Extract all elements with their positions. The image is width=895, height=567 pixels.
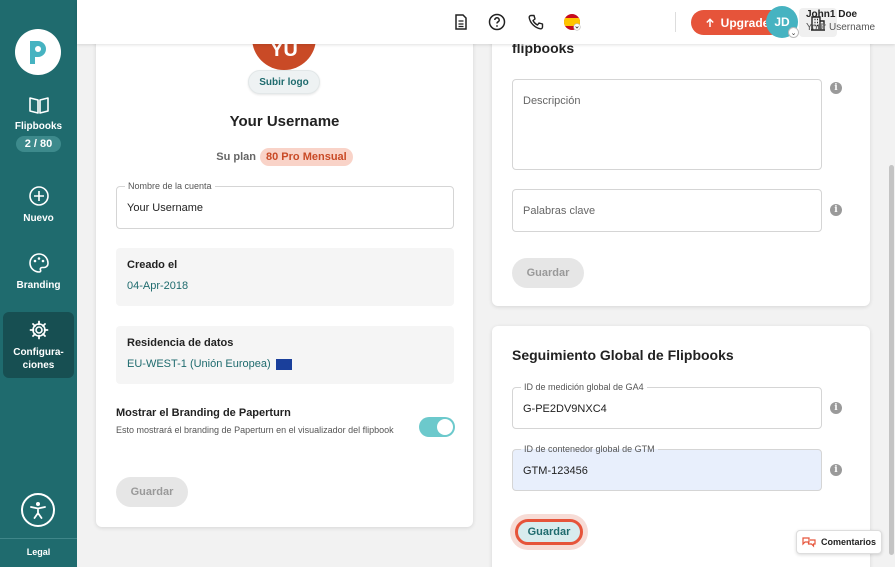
gtm-id-label: ID de contenedor global de GTM: [521, 444, 658, 454]
sidebar-item-label: Nuevo: [23, 213, 54, 224]
tracking-card-title: Seguimiento Global de Flipbooks: [512, 347, 734, 363]
created-value: 04-Apr-2018: [127, 280, 189, 292]
logo-p-icon: [30, 41, 46, 64]
plan-label: Su plan: [216, 151, 257, 163]
help-icon[interactable]: [488, 13, 506, 31]
sidebar-item-configuraciones[interactable]: Configura- ciones: [0, 320, 77, 372]
chevron-down-icon[interactable]: ⌄: [788, 27, 799, 38]
save-tracking-button[interactable]: Guardar: [515, 519, 583, 545]
branding-toggle[interactable]: [419, 417, 455, 437]
residency-label: Residencia de datos: [127, 337, 234, 349]
gear-icon: [29, 320, 48, 340]
sidebar: Flipbooks 2 / 80 Nuevo Branding Configur…: [0, 0, 77, 567]
comments-label: Comentarios: [820, 537, 876, 547]
save-seo-button[interactable]: Guardar: [512, 258, 584, 288]
chat-bubbles-icon: [802, 537, 816, 548]
language-flag-spain-icon[interactable]: [563, 13, 581, 31]
comments-button[interactable]: Comentarios: [796, 530, 882, 554]
description-placeholder: Descripción: [523, 95, 581, 107]
branding-toggle-description: Esto mostrará el branding de Paperturn e…: [116, 425, 394, 435]
scrollbar-thumb[interactable]: [889, 165, 894, 555]
open-book-icon: [28, 97, 49, 114]
save-account-button[interactable]: Guardar: [116, 477, 188, 507]
account-name-field[interactable]: Nombre de la cuenta Your Username: [116, 181, 454, 229]
sidebar-item-label-line2: ciones: [22, 360, 55, 371]
gtm-id-value[interactable]: GTM-123456: [523, 465, 588, 477]
eu-flag-icon: [275, 358, 292, 370]
seo-card: flipbooks Descripción i Palabras clave i…: [492, 30, 870, 306]
sidebar-item-label: Configura-: [13, 347, 64, 358]
sidebar-item-nuevo[interactable]: Nuevo: [0, 185, 77, 224]
palette-icon: [28, 253, 49, 273]
sidebar-item-label: Flipbooks: [14, 121, 63, 132]
user-subtitle: Your Username: [806, 22, 876, 33]
sidebar-divider: [0, 538, 77, 539]
residency-value-row: EU-WEST-1 (Unión Europea): [127, 358, 292, 370]
upgrade-label: Upgrade: [720, 15, 770, 30]
sidebar-item-branding[interactable]: Branding: [0, 252, 77, 291]
topbar-separator: [675, 12, 676, 32]
info-icon[interactable]: i: [830, 402, 842, 414]
upload-logo-button[interactable]: Subir logo: [248, 70, 320, 94]
save-tracking-button-focus-ring: Guardar: [510, 514, 588, 550]
toggle-knob: [437, 419, 453, 435]
sidebar-item-label: Branding: [16, 280, 61, 291]
paperturn-logo[interactable]: [15, 29, 61, 75]
ga4-id-value[interactable]: G-PE2DV9NXC4: [523, 403, 607, 415]
branding-toggle-title: Mostrar el Branding de Paperturn: [116, 407, 291, 419]
document-icon[interactable]: [452, 13, 470, 31]
legal-link[interactable]: Legal: [0, 547, 77, 557]
user-name[interactable]: John1 Doe: [806, 9, 857, 20]
created-label: Creado el: [127, 259, 178, 271]
keywords-input[interactable]: Palabras clave: [512, 189, 822, 232]
keywords-placeholder: Palabras clave: [523, 205, 596, 217]
data-residency-box: Residencia de datos EU-WEST-1 (Unión Eur…: [116, 326, 454, 384]
accessibility-icon: [30, 502, 46, 519]
ga4-id-field[interactable]: ID de medición global de GA4 G-PE2DV9NXC…: [512, 382, 822, 429]
ga4-id-label: ID de medición global de GA4: [521, 382, 647, 392]
plan-row: Su plan 80 Pro Mensual: [96, 148, 473, 166]
info-icon[interactable]: i: [830, 204, 842, 216]
account-name-label: Nombre de la cuenta: [125, 181, 215, 191]
account-card: YU Subir logo Your Username Su plan 80 P…: [96, 30, 473, 527]
sidebar-item-flipbooks[interactable]: Flipbooks 2 / 80: [0, 95, 77, 152]
description-textarea[interactable]: Descripción: [512, 79, 822, 170]
account-title: Your Username: [229, 113, 340, 130]
arrow-up-icon: [705, 17, 714, 27]
plus-circle-icon: [28, 186, 49, 206]
info-icon[interactable]: i: [830, 82, 842, 94]
phone-icon[interactable]: [527, 13, 545, 31]
plan-badge: 80 Pro Mensual: [260, 148, 353, 166]
created-box: Creado el 04-Apr-2018: [116, 248, 454, 306]
flipbook-count-badge: 2 / 80: [15, 136, 62, 152]
residency-value: EU-WEST-1 (Unión Europea): [127, 358, 271, 370]
accessibility-button[interactable]: [21, 493, 55, 527]
gtm-id-field[interactable]: ID de contenedor global de GTM GTM-12345…: [512, 444, 822, 491]
account-name-value[interactable]: Your Username: [127, 202, 203, 214]
info-icon[interactable]: i: [830, 464, 842, 476]
